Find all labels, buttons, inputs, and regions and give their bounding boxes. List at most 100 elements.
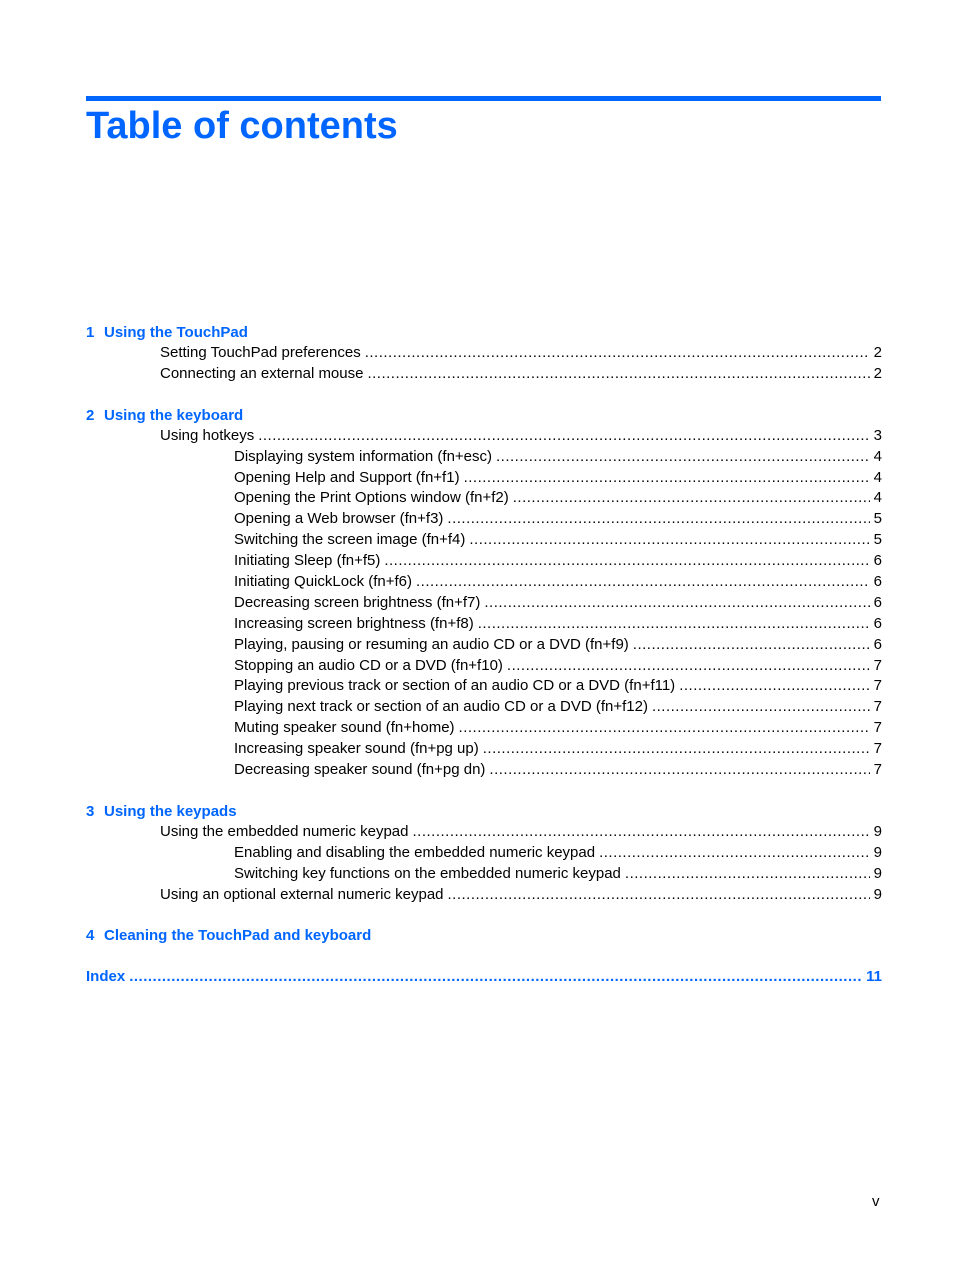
toc-entry-link[interactable]: Stopping an audio CD or a DVD (fn+f10) 7 xyxy=(86,656,882,677)
entry-page-number: 2 xyxy=(873,364,882,382)
entry-label: Stopping an audio CD or a DVD (fn+f10) xyxy=(234,656,503,674)
toc-entry-link[interactable]: Initiating Sleep (fn+f5) 6 xyxy=(86,551,882,572)
dot-leader xyxy=(384,551,869,572)
entry-page-number: 2 xyxy=(873,344,882,361)
dot-leader xyxy=(507,656,870,677)
dot-leader xyxy=(448,885,870,906)
entry-page-number: 4 xyxy=(873,468,882,486)
entry-page-number: 9 xyxy=(873,864,882,882)
chapter-heading-link[interactable]: 2 Using the keyboard xyxy=(86,405,882,426)
entry-label: Muting speaker sound (fn+home) xyxy=(234,719,455,737)
page-folio: v xyxy=(872,1193,880,1210)
toc-entry-link[interactable]: Increasing speaker sound (fn+pg up) 7 xyxy=(86,739,882,760)
chapter-number: 4 xyxy=(86,927,95,945)
toc-entry-link[interactable]: Increasing screen brightness (fn+f8) 6 xyxy=(86,614,882,635)
entry-page-number: 6 xyxy=(873,635,882,653)
chapter-number: 1 xyxy=(86,324,95,341)
entry-page-number: 6 xyxy=(873,552,882,570)
entry-label: Opening a Web browser (fn+f3) xyxy=(234,510,444,528)
chapter-title: Using the keyboard xyxy=(104,406,244,424)
entry-label: Playing, pausing or resuming an audio CD… xyxy=(234,635,629,653)
toc-entry-link[interactable]: Displaying system information (fn+esc) 4 xyxy=(86,447,882,468)
toc-chapter: 2 Using the keyboard Using hotkeys 3 Display… xyxy=(86,405,882,781)
entry-label: Using the embedded numeric keypad xyxy=(160,822,409,840)
toc-entry-link[interactable]: Enabling and disabling the embedded nume… xyxy=(86,843,882,864)
entry-page-number: 7 xyxy=(873,761,882,779)
toc-entry-link[interactable]: Opening a Web browser (fn+f3) 5 xyxy=(86,509,882,530)
toc-entry-link[interactable]: Using hotkeys 3 xyxy=(86,426,882,447)
toc-entry-link[interactable]: Playing, pausing or resuming an audio CD… xyxy=(86,635,882,656)
dot-leader xyxy=(483,739,870,760)
toc-chapter: 1 Using the TouchPad Setting TouchPad pref… xyxy=(86,322,882,385)
entry-label: Opening the Print Options window (fn+f2) xyxy=(234,489,509,507)
dot-leader xyxy=(478,614,870,635)
chapter-number: 2 xyxy=(86,406,95,424)
dot-leader xyxy=(484,593,869,614)
entry-label: Using hotkeys xyxy=(160,426,255,444)
entry-label: Increasing speaker sound (fn+pg up) xyxy=(234,740,479,758)
toc-entry-link[interactable]: Playing previous track or section of an … xyxy=(86,676,882,697)
chapter-heading-link[interactable]: 1 Using the TouchPad xyxy=(86,322,882,343)
dot-leader xyxy=(365,343,870,364)
entry-label: Switching the screen image (fn+f4) xyxy=(234,531,466,549)
dot-leader xyxy=(459,718,870,739)
entry-label: Connecting an external mouse xyxy=(160,364,364,382)
entry-label: Increasing screen brightness (fn+f8) xyxy=(234,614,474,632)
entry-page-number: 5 xyxy=(873,531,882,549)
toc-entry-link[interactable]: Playing next track or section of an audi… xyxy=(86,697,882,718)
toc-entry-link[interactable]: Opening the Print Options window (fn+f2)… xyxy=(86,488,882,509)
entry-page-number: 7 xyxy=(873,677,882,695)
chapter-number: 3 xyxy=(86,802,95,820)
toc-entry-link[interactable]: Using the embedded numeric keypad 9 xyxy=(86,822,882,843)
entry-label: Opening Help and Support (fn+f1) xyxy=(234,468,460,486)
toc-entry-link[interactable]: Decreasing speaker sound (fn+pg dn) 7 xyxy=(86,760,882,781)
dot-leader xyxy=(633,635,870,656)
dot-leader xyxy=(489,760,869,781)
index-link[interactable]: Index 11 xyxy=(86,966,882,987)
toc-entry-link[interactable]: Switching the screen image (fn+f4) 5 xyxy=(86,530,882,551)
dot-leader xyxy=(513,488,870,509)
dot-leader xyxy=(652,697,870,718)
chapter-heading-link[interactable]: 4 Cleaning the TouchPad and keyboard xyxy=(86,925,882,946)
entry-label: Displaying system information (fn+esc) xyxy=(234,447,493,465)
entry-page-number: 6 xyxy=(873,614,882,632)
page-title: Table of contents xyxy=(86,105,398,147)
entry-label: Using an optional external numeric keypa… xyxy=(160,885,444,903)
index-label: Index xyxy=(86,968,126,986)
toc-entry-link[interactable]: Connecting an external mouse 2 xyxy=(86,364,882,385)
toc-entry-link[interactable]: Switching key functions on the embedded … xyxy=(86,864,882,885)
chapter-heading-link[interactable]: 3 Using the keypads xyxy=(86,801,882,822)
dot-leader xyxy=(599,843,870,864)
entry-page-number: 4 xyxy=(873,447,882,465)
entry-label: Playing next track or section of an audi… xyxy=(234,698,648,716)
entry-page-number: 7 xyxy=(873,698,882,716)
dot-leader xyxy=(412,822,869,843)
entry-label: Initiating Sleep (fn+f5) xyxy=(234,552,381,570)
entry-label: Playing previous track or section of an … xyxy=(234,677,676,695)
dot-leader xyxy=(625,864,870,885)
dot-leader xyxy=(416,572,870,593)
toc-entry-link[interactable]: Decreasing screen brightness (fn+f7) 6 xyxy=(86,593,882,614)
entry-page-number: 6 xyxy=(873,573,882,591)
dot-leader xyxy=(496,447,870,468)
entry-label: Switching key functions on the embedded … xyxy=(234,864,621,882)
entry-page-number: 7 xyxy=(873,740,882,758)
toc-chapter: 4 Cleaning the TouchPad and keyboard xyxy=(86,925,882,946)
entry-page-number: 6 xyxy=(873,593,882,611)
toc-entry-link[interactable]: Initiating QuickLock (fn+f6) 6 xyxy=(86,572,882,593)
dot-leader xyxy=(469,530,869,551)
toc-entry-link[interactable]: Setting TouchPad preferences 2 xyxy=(86,343,882,364)
dot-leader xyxy=(367,364,869,385)
entry-page-number: 7 xyxy=(873,656,882,674)
chapter-title: Using the keypads xyxy=(104,802,237,820)
entry-label: Initiating QuickLock (fn+f6) xyxy=(234,573,413,591)
dot-leader xyxy=(464,468,870,489)
toc-entry-link[interactable]: Muting speaker sound (fn+home) 7 xyxy=(86,718,882,739)
chapter-title: Cleaning the TouchPad and keyboard xyxy=(104,927,372,945)
dot-leader xyxy=(258,426,869,447)
toc-entry-link[interactable]: Using an optional external numeric keypa… xyxy=(86,885,882,906)
entry-page-number: 4 xyxy=(873,489,882,507)
toc-chapter: 3 Using the keypads Using the embedded num… xyxy=(86,801,882,906)
dot-leader xyxy=(129,966,862,987)
toc-entry-link[interactable]: Opening Help and Support (fn+f1) 4 xyxy=(86,468,882,489)
